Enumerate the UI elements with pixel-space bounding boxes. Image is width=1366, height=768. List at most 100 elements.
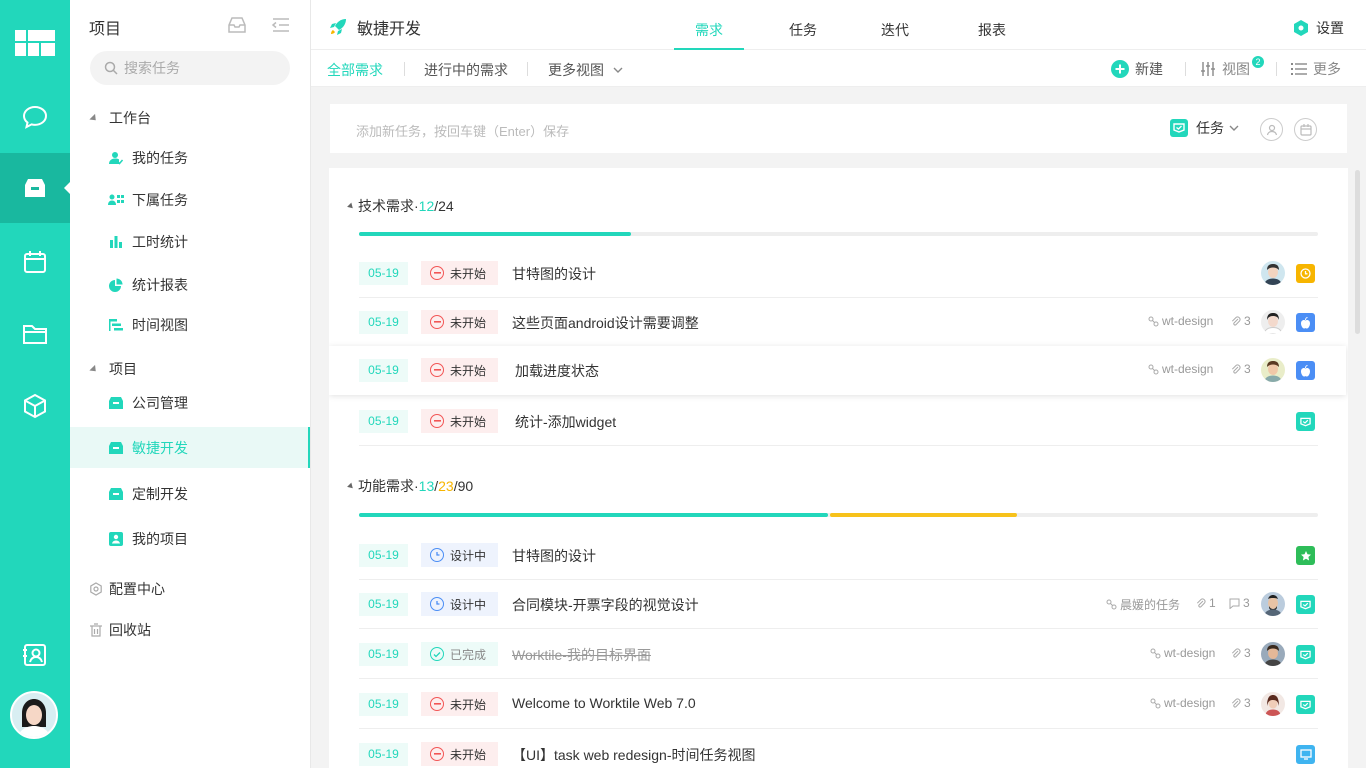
status-badge[interactable]: 设计中 (421, 543, 498, 567)
chevron-down-icon (613, 67, 623, 73)
status-badge[interactable]: 已完成 (421, 642, 498, 666)
sidebar-item-agile[interactable]: 敏捷开发 (70, 427, 310, 468)
folder-icon[interactable] (0, 299, 70, 369)
table-row[interactable]: 05-19 已完成 Worktile-我的目标界面 wt-design 3 (359, 630, 1318, 679)
task-title[interactable]: 统计-添加widget (515, 412, 616, 432)
task-title[interactable]: 【UI】task web redesign-时间任务视图 (512, 745, 756, 765)
config-center-link[interactable]: 配置中心 (89, 579, 165, 599)
apple-type-icon (1296, 313, 1315, 332)
logo-icon[interactable] (15, 30, 55, 56)
tab-tasks[interactable]: 任务 (768, 0, 838, 50)
projects-group[interactable]: 项目 (89, 359, 137, 379)
sidebar-item-timeline[interactable]: 时间视图 (70, 305, 310, 345)
assignee-avatar[interactable] (1261, 592, 1285, 616)
new-label: 新建 (1135, 61, 1163, 77)
assignee-picker-icon[interactable] (1260, 118, 1283, 141)
calendar-icon[interactable] (0, 227, 70, 297)
settings-button[interactable]: 设置 (1292, 18, 1344, 38)
tag-label: wt-design (1148, 314, 1213, 328)
sidebar-item-label: 我的项目 (132, 531, 188, 547)
assignee-avatar[interactable] (1261, 261, 1285, 285)
view-settings-button[interactable]: 视图 2 (1200, 56, 1264, 79)
table-row[interactable]: 05-19 未开始 Welcome to Worktile Web 7.0 wt… (359, 680, 1318, 729)
monitor-type-icon (1296, 745, 1315, 764)
status-badge[interactable]: 未开始 (421, 310, 498, 334)
inbox-icon[interactable] (227, 15, 247, 35)
workbench-group[interactable]: 工作台 (89, 108, 151, 128)
tab-iterations[interactable]: 迭代 (860, 0, 930, 50)
cube-icon[interactable] (0, 371, 70, 441)
task-title[interactable]: Worktile-我的目标界面 (512, 645, 651, 665)
project-nav-icon[interactable] (0, 153, 70, 223)
sidebar-item-company[interactable]: 公司管理 (70, 383, 310, 423)
status-label: 设计中 (450, 597, 487, 612)
table-row[interactable]: 05-19 设计中 甘特图的设计 (359, 531, 1318, 580)
attachment-count-text: 1 (1209, 596, 1216, 610)
status-badge[interactable]: 未开始 (421, 692, 498, 716)
task-title[interactable]: 这些页面android设计需要调整 (512, 313, 699, 333)
attachment-count-text: 3 (1244, 696, 1251, 710)
new-button[interactable]: 新建 (1111, 59, 1163, 79)
tag-icon (1148, 316, 1159, 326)
table-row[interactable]: 05-19 未开始 这些页面android设计需要调整 wt-design 3 (359, 298, 1318, 347)
user-avatar[interactable] (10, 691, 58, 739)
divider (404, 62, 405, 76)
tab-reports[interactable]: 报表 (957, 0, 1027, 50)
more-label: 更多 (1313, 61, 1341, 77)
sidebar-item-sub-tasks[interactable]: 下属任务 (70, 180, 310, 220)
status-badge[interactable]: 未开始 (421, 409, 498, 433)
task-title[interactable]: 甘特图的设计 (512, 264, 596, 284)
table-row[interactable]: 05-19 设计中 合同模块-开票字段的视觉设计 晨媛的任务 1 3 (359, 580, 1318, 629)
project-box-icon (108, 486, 124, 502)
sidebar-item-custom-dev[interactable]: 定制开发 (70, 474, 310, 514)
sidebar-item-worktime[interactable]: 工时统计 (70, 222, 310, 262)
status-badge[interactable]: 未开始 (421, 358, 498, 382)
task-title[interactable]: 甘特图的设计 (512, 546, 596, 566)
sidebar-item-my-projects[interactable]: 我的项目 (70, 519, 310, 559)
sidebar-item-reports[interactable]: 统计报表 (70, 265, 310, 305)
status-badge[interactable]: 设计中 (421, 592, 498, 616)
section-total-count: 90 (457, 478, 474, 494)
sidebar-item-my-tasks[interactable]: 我的任务 (70, 138, 310, 178)
collapse-sidebar-icon[interactable] (271, 15, 291, 35)
table-row[interactable]: 05-19 未开始 【UI】task web redesign-时间任务视图 (359, 730, 1318, 768)
section-header-tech[interactable]: 技术需求 · 12 / 24 (347, 196, 454, 216)
more-views-dropdown[interactable]: 更多视图 (548, 60, 624, 80)
trash-link[interactable]: 回收站 (89, 620, 151, 640)
user-project-icon (108, 531, 124, 547)
task-type-select[interactable]: 任务 (1170, 118, 1240, 138)
clock-type-icon (1296, 264, 1315, 283)
table-row[interactable]: 05-19 未开始 甘特图的设计 (359, 249, 1318, 298)
assignee-avatar[interactable] (1261, 692, 1285, 716)
table-row[interactable]: 05-19 未开始 统计-添加widget (359, 397, 1318, 446)
tab-requirements[interactable]: 需求 (674, 0, 744, 50)
section-header-feature[interactable]: 功能需求 · 13 / 23 / 90 (347, 476, 474, 496)
message-icon[interactable] (0, 82, 70, 152)
icon-rail (0, 0, 70, 768)
contacts-icon[interactable] (0, 620, 70, 690)
minus-circle-icon (430, 266, 444, 280)
view-in-progress[interactable]: 进行中的需求 (424, 60, 508, 80)
view-label: 视图 (1222, 61, 1250, 77)
assignee-avatar[interactable] (1261, 642, 1285, 666)
more-button[interactable]: 更多 (1291, 59, 1341, 79)
user-task-icon (108, 150, 124, 166)
task-title[interactable]: 加载进度状态 (515, 361, 599, 381)
view-all-requirements[interactable]: 全部需求 (327, 60, 383, 80)
list-scrollbar[interactable] (1355, 170, 1360, 334)
quick-add-input[interactable]: 添加新任务，按回车键（Enter）保存 任务 (330, 104, 1347, 153)
table-row-hovered[interactable]: 05-19 未开始 加载进度状态 wt-design 3 (329, 346, 1346, 395)
assignee-avatar[interactable] (1261, 310, 1285, 334)
status-badge[interactable]: 未开始 (421, 261, 498, 285)
due-date-picker-icon[interactable] (1294, 118, 1317, 141)
due-date: 05-19 (359, 593, 408, 616)
assignee-avatar[interactable] (1261, 358, 1285, 382)
section-name: 技术需求 (358, 198, 414, 214)
due-date: 05-19 (359, 410, 408, 433)
task-title[interactable]: 合同模块-开票字段的视觉设计 (512, 595, 699, 615)
sidebar-item-label: 敏捷开发 (132, 439, 188, 456)
status-badge[interactable]: 未开始 (421, 742, 498, 766)
task-title[interactable]: Welcome to Worktile Web 7.0 (512, 695, 696, 711)
status-label: 未开始 (450, 747, 487, 762)
search-input[interactable]: 搜索任务 (90, 51, 290, 85)
